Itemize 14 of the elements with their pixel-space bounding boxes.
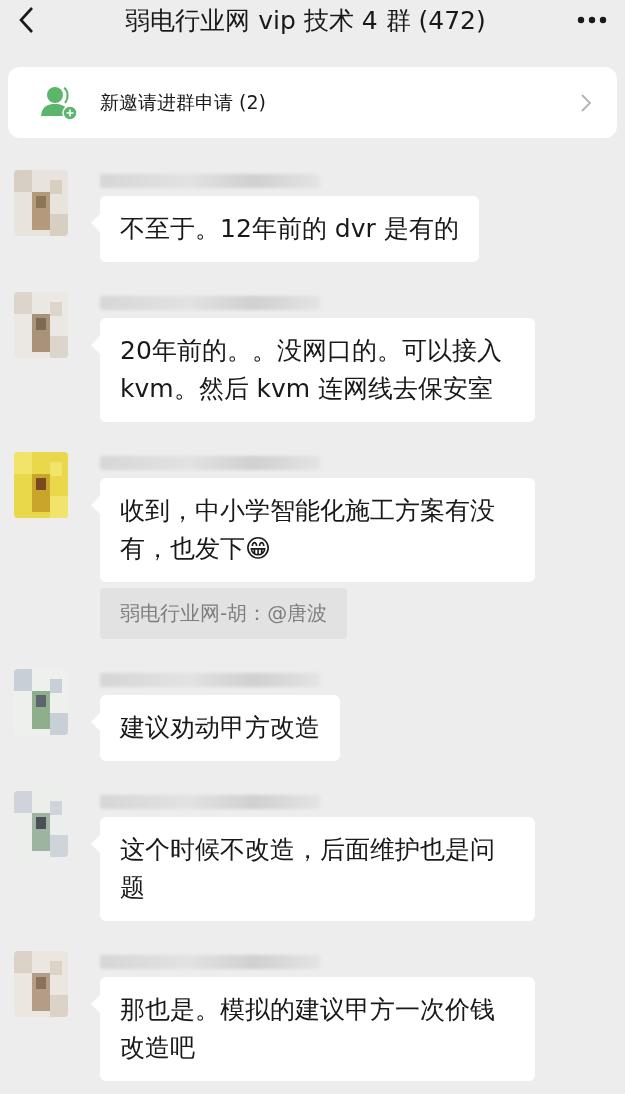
invite-label: 新邀请进群申请 (2) — [100, 89, 267, 115]
message-bubble: 这个时候不改造，后面维护也是问题 — [100, 817, 535, 921]
more-icon[interactable] — [577, 16, 607, 24]
message-bubble: 收到，中小学智能化施工方案有没有，也发下😁 — [100, 478, 535, 582]
message-bubble: 不至于。12年前的 dvr 是有的 — [100, 196, 479, 262]
message-bubble: 建议劝动甲方改造 — [100, 695, 340, 761]
back-icon[interactable] — [18, 6, 34, 34]
chat-title: 弱电行业网 vip 技术 4 群 (472) — [125, 4, 486, 37]
message-bubble: 那也是。模拟的建议甲方一次价钱改造吧 — [100, 977, 535, 1081]
chevron-icon — [581, 93, 591, 112]
invite-banner[interactable]: 新邀请进群申请 (2) — [8, 67, 617, 138]
quoted-reply: 弱电行业网-胡：@唐波 — [100, 588, 348, 639]
message-bubble: 20年前的。。没网口的。可以接入 kvm。然后 kvm 连网线去保安室 — [100, 318, 535, 422]
add-person-icon — [40, 85, 78, 120]
